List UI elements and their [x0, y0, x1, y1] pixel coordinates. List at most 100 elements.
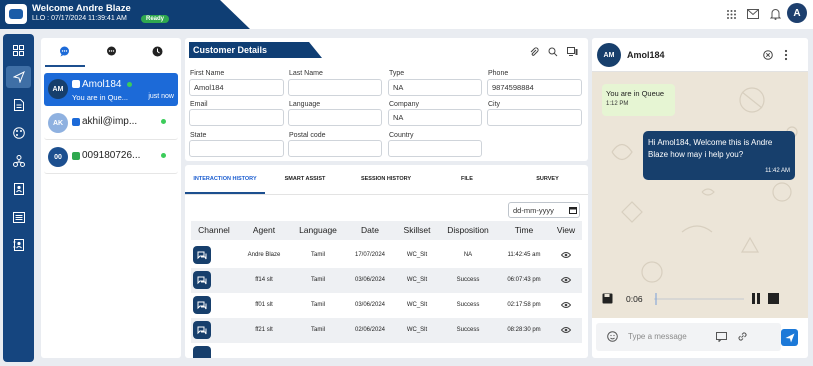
online-indicator [161, 119, 166, 124]
last-name-field[interactable] [288, 79, 382, 96]
city-field[interactable] [487, 109, 582, 126]
tab-file[interactable]: FILE [427, 165, 507, 193]
save-icon[interactable] [602, 293, 613, 304]
language-field[interactable] [288, 109, 382, 126]
contact-book-icon[interactable] [6, 234, 31, 256]
chat-item-amol184[interactable]: AM Amol184 You are in Que... just now [44, 73, 178, 106]
chat-channel-button[interactable] [193, 321, 211, 339]
eye-icon[interactable] [560, 301, 572, 309]
eye-icon[interactable] [560, 326, 572, 334]
chat-icon[interactable] [41, 38, 87, 65]
history-icon[interactable] [134, 38, 180, 65]
chat-item-name: akhil@imp... [82, 116, 138, 127]
chat-alt-icon[interactable] [88, 38, 134, 65]
column-header-date: Date [361, 225, 379, 235]
template-message-icon[interactable] [716, 332, 727, 343]
tab-interaction-history[interactable]: INTERACTION HISTORY [185, 165, 265, 193]
web-chat-icon [72, 80, 80, 88]
dashboard-icon[interactable] [6, 39, 31, 61]
close-circle-icon[interactable] [763, 50, 773, 60]
message-text: Hi Amol184, Welcome this is Andre Blaze … [648, 138, 773, 159]
country-field[interactable] [388, 140, 482, 157]
emoji-icon[interactable] [607, 331, 618, 342]
chat-item-akhil[interactable]: AK akhil@imp... [44, 107, 178, 140]
cell-time: 06:07:43 pm [507, 277, 541, 283]
avatar: 00 [48, 147, 68, 167]
history-panel: INTERACTION HISTORY SMART ASSIST SESSION… [185, 165, 588, 358]
type-field[interactable]: NA [388, 79, 482, 96]
document-icon[interactable] [6, 94, 31, 116]
stop-icon[interactable] [768, 293, 779, 304]
cell-language: Tamil [310, 302, 325, 308]
user-avatar[interactable]: A [787, 3, 807, 23]
status-badge[interactable]: Ready [141, 15, 170, 23]
last-login-info: LLO : 07/17/2024 11:39:41 AM [32, 15, 127, 22]
palette-icon[interactable] [6, 122, 31, 144]
column-header-skillset: Skillset [403, 225, 431, 235]
bell-icon[interactable] [768, 7, 782, 21]
top-bar: Welcome Andre Blaze LLO : 07/17/2024 11:… [0, 0, 813, 29]
chat-channel-button[interactable] [193, 346, 211, 358]
message-input[interactable]: Type a message [628, 332, 687, 341]
last-name-label: Last Name [289, 70, 323, 77]
phone-field[interactable]: 9874598884 [487, 79, 582, 96]
compose-bar[interactable]: Type a message [596, 323, 781, 351]
mail-icon[interactable] [746, 7, 760, 21]
column-header-time: Time [514, 225, 534, 235]
column-header-disposition: Disposition [447, 225, 489, 235]
cell-disposition: Success [456, 277, 480, 283]
table-row: ff14 slt Tamil 03/06/2024 WC_Slt Success… [191, 268, 582, 293]
cell-skillset: WC_Slt [406, 277, 428, 283]
attachment-icon[interactable] [528, 46, 540, 58]
column-header-language: Language [299, 225, 337, 235]
audio-waveform[interactable] [654, 292, 744, 306]
chat-list-tabs [41, 38, 181, 67]
apps-grid-icon[interactable] [724, 7, 738, 21]
chat-item-phone[interactable]: 00 009180726... [44, 141, 178, 174]
cell-agent: ff21 slt [255, 327, 273, 333]
tab-session-history[interactable]: SESSION HISTORY [345, 165, 427, 193]
tab-survey[interactable]: SURVEY [507, 165, 588, 193]
contact-card-icon[interactable] [6, 178, 31, 200]
state-field[interactable] [189, 140, 284, 157]
search-icon[interactable] [547, 46, 559, 58]
send-icon[interactable] [6, 66, 31, 88]
company-label: Company [389, 101, 419, 108]
avatar: AM [597, 43, 621, 67]
table-row [191, 343, 582, 358]
cell-date: 03/06/2024 [354, 277, 386, 283]
message-area: You are in Queue 1:12 PM Hi Amol184, Wel… [592, 72, 808, 318]
company-field[interactable]: NA [388, 109, 482, 126]
email-field[interactable] [189, 109, 284, 126]
chat-channel-button[interactable] [193, 271, 211, 289]
more-options-icon[interactable] [784, 49, 790, 61]
chat-channel-button[interactable] [193, 246, 211, 264]
chat-item-time: just now [148, 93, 174, 100]
list-icon[interactable] [6, 206, 31, 228]
column-header-agent: Agent [252, 225, 276, 235]
online-indicator [161, 153, 166, 158]
city-label: City [488, 101, 501, 108]
online-indicator [127, 82, 132, 87]
postal-code-label: Postal code [289, 132, 326, 139]
eye-icon[interactable] [560, 276, 572, 284]
screen-share-icon[interactable] [566, 46, 578, 58]
eye-icon[interactable] [560, 251, 572, 259]
tab-divider [185, 194, 588, 195]
tab-smart-assist[interactable]: SMART ASSIST [265, 165, 345, 193]
postal-code-field[interactable] [288, 140, 382, 157]
chat-channel-button[interactable] [193, 296, 211, 314]
cell-time: 11:42:45 am [507, 252, 541, 258]
audio-timer: 0:06 [626, 294, 643, 304]
type-label: Type [389, 70, 405, 77]
app-logo [5, 4, 27, 24]
calendar-icon[interactable] [569, 206, 577, 214]
link-icon[interactable] [737, 331, 748, 342]
table-row: Andre Blaze Tamil 17/07/2024 WC_Slt NA 1… [191, 243, 582, 268]
send-button[interactable] [781, 329, 798, 346]
workflow-icon[interactable] [6, 150, 31, 172]
first-name-field[interactable]: Amol184 [189, 79, 284, 96]
pause-icon[interactable] [751, 293, 761, 304]
customer-details-panel: Customer Details First Name Amol184 Last… [185, 38, 588, 161]
outgoing-message: Hi Amol184, Welcome this is Andre Blaze … [643, 131, 795, 180]
